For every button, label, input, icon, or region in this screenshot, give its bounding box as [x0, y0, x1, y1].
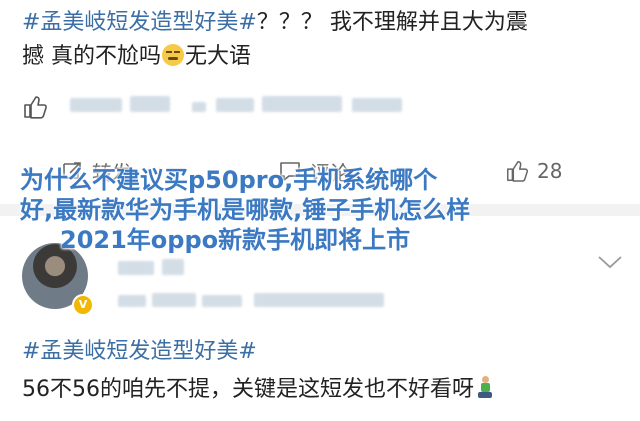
grinning-face-emoji [162, 44, 184, 66]
kneeling-person-emoji [476, 376, 494, 400]
blurred-name [70, 98, 122, 112]
hashtag-link[interactable]: #孟美岐短发造型好美# [22, 339, 257, 364]
blurred-username [118, 261, 154, 275]
overlay-headline: 为什么不建议买p50pro,手机系统哪个 好,最新款华为手机是哪款,锤子手机怎么… [20, 165, 630, 255]
blurred-meta [254, 293, 384, 307]
post-1: #孟美岐短发造型好美#？？？ 我不理解并且大为震 撼 真的不尬吗 无大语 [22, 6, 622, 74]
blurred-name [262, 96, 342, 112]
post-1-line2: 撼 真的不尬吗 [22, 44, 161, 69]
post-2: #孟美岐短发造型好美# 56不56的咱先不提，关键是这短发也不好看呀 [22, 333, 622, 409]
blurred-meta [202, 295, 242, 307]
post-1-line2-end: 无大语 [185, 44, 252, 69]
blurred-name [192, 102, 206, 112]
blurred-username [162, 259, 184, 275]
overlay-line-3: 2021年oppo新款手机即将上市 [60, 226, 411, 254]
blurred-name [130, 96, 170, 112]
likers-row [22, 92, 622, 124]
chevron-down-icon[interactable] [596, 252, 624, 272]
post-2-body: 56不56的咱先不提，关键是这短发也不好看呀 [22, 377, 474, 402]
post-1-text: #孟美岐短发造型好美#？？？ 我不理解并且大为震 撼 真的不尬吗 无大语 [22, 6, 622, 74]
overlay-line-2: 好,最新款华为手机是哪款,锤子手机怎么样 [20, 196, 471, 224]
post-1-line1: ？？？ 我不理解并且大为震 [256, 10, 528, 35]
thumbs-up-icon[interactable] [22, 94, 48, 120]
blurred-meta [152, 293, 196, 307]
overlay-line-1: 为什么不建议买p50pro,手机系统哪个 [20, 166, 438, 194]
blurred-meta [118, 295, 146, 307]
post-2-text: #孟美岐短发造型好美# 56不56的咱先不提，关键是这短发也不好看呀 [22, 333, 622, 409]
blurred-name [216, 98, 254, 112]
verified-badge: V [72, 294, 94, 316]
blurred-name [352, 98, 402, 112]
hashtag-link[interactable]: #孟美岐短发造型好美# [22, 10, 257, 35]
